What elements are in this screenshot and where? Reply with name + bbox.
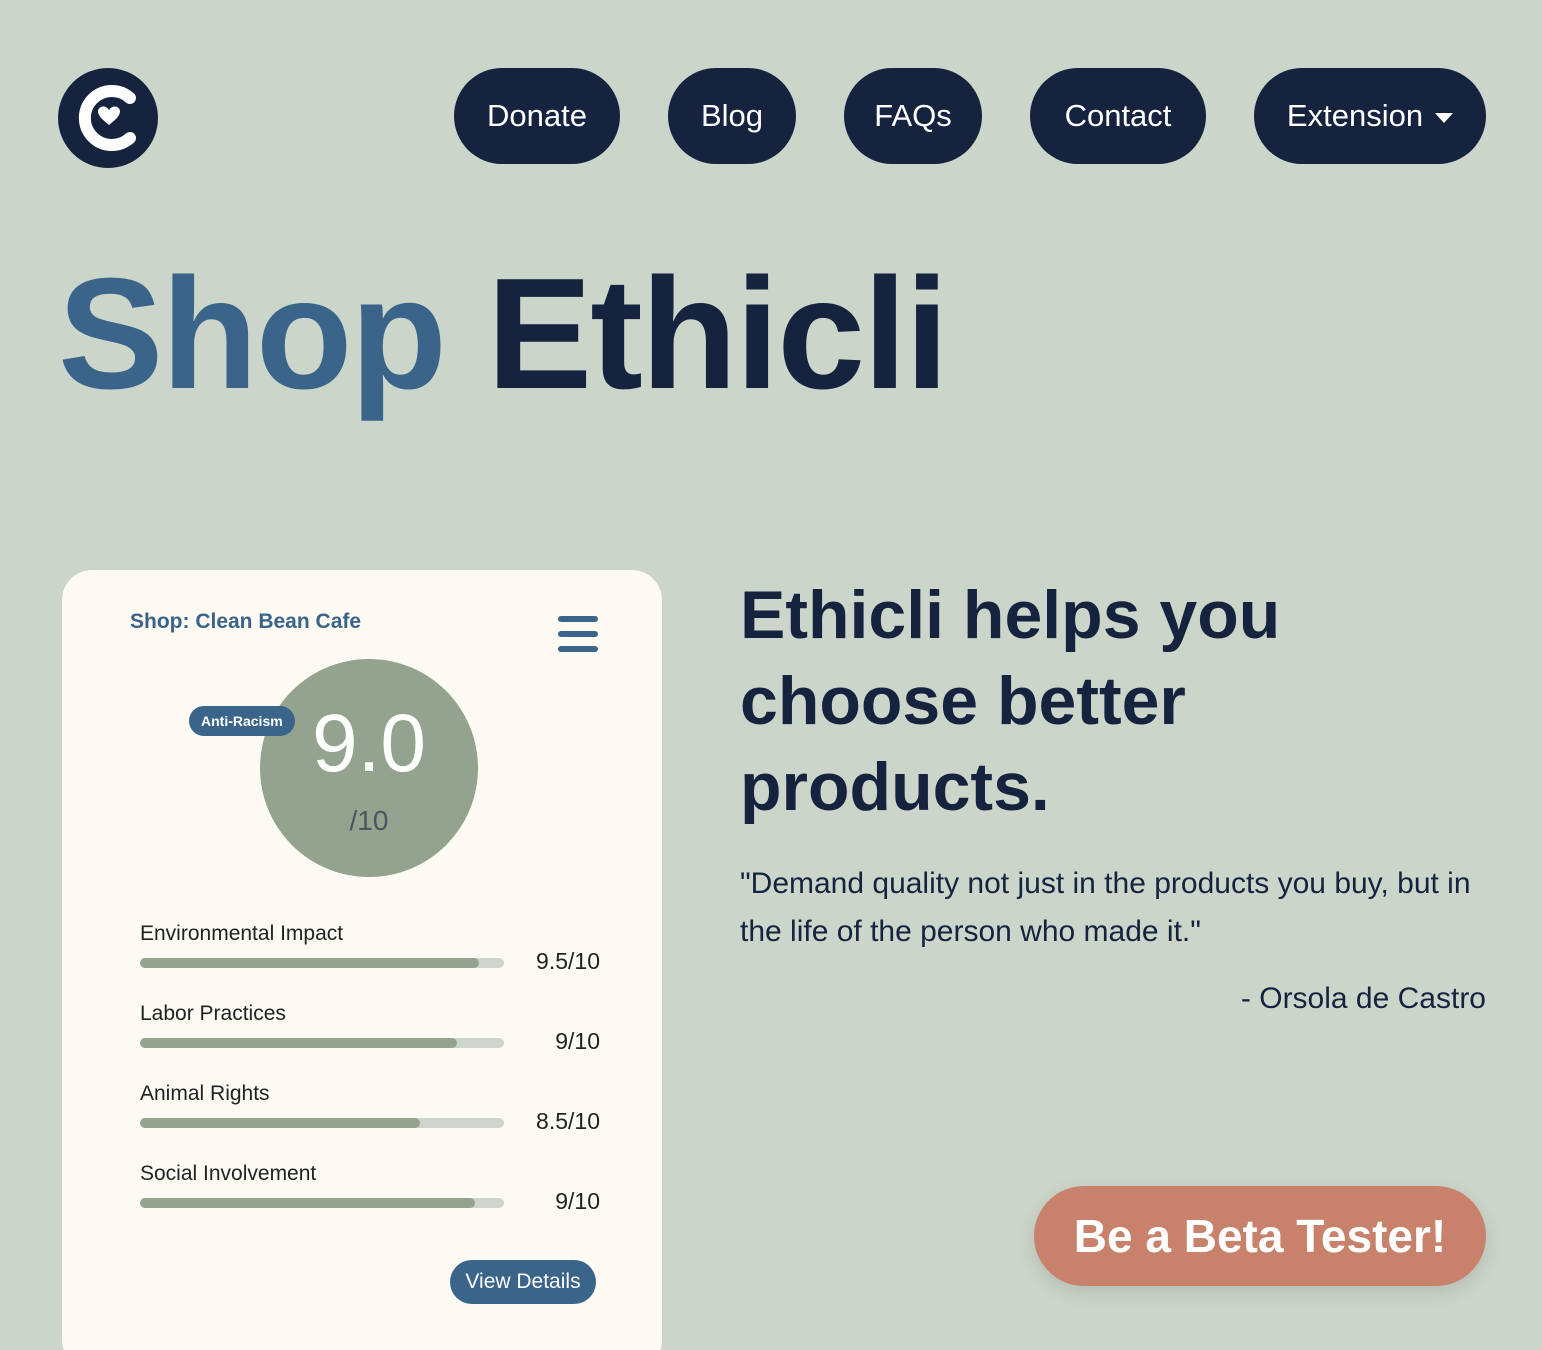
beta-tester-label: Be a Beta Tester! xyxy=(1073,1210,1447,1262)
view-details-label: View Details xyxy=(465,1270,581,1293)
overall-score-max: /10 xyxy=(349,805,389,836)
nav-blog-label: Blog xyxy=(700,98,764,133)
metric-environmental-impact: Environmental Impact 9.5/10 xyxy=(140,922,600,992)
nav-contact-label: Contact xyxy=(1064,98,1172,133)
hamburger-menu-icon[interactable] xyxy=(558,616,598,652)
ethicli-logo-icon xyxy=(78,85,136,151)
metric-progress-fill xyxy=(140,1118,421,1128)
metric-label: Environmental Impact xyxy=(140,922,344,945)
metric-value: 9/10 xyxy=(555,1188,600,1214)
hero-title: Shop Ethicli xyxy=(58,246,949,422)
metric-progress-bar xyxy=(140,1118,504,1128)
hero-title-brand: Ethicli xyxy=(486,246,949,422)
metric-label: Labor Practices xyxy=(140,1002,286,1025)
metric-value: 9/10 xyxy=(555,1028,600,1054)
metric-animal-rights: Animal Rights 8.5/10 xyxy=(140,1082,600,1152)
nav-donate-button[interactable]: Donate xyxy=(454,68,620,164)
metric-progress-bar xyxy=(140,1198,504,1208)
tagline: Ethicli helps you choose better products… xyxy=(740,577,1281,825)
page: Donate Blog FAQs Contact Extension Shop … xyxy=(0,0,1542,1350)
quote-author: - Orsola de Castro xyxy=(1240,982,1486,1015)
shop-name: Shop: Clean Bean Cafe xyxy=(130,610,362,633)
anti-racism-badge: Anti-Racism xyxy=(189,706,295,736)
view-details-button[interactable]: View Details xyxy=(450,1260,596,1304)
shop-score-card: Shop: Clean Bean Cafe 9.0 /10 Anti-Racis… xyxy=(62,570,662,1350)
nav-contact-button[interactable]: Contact xyxy=(1030,68,1206,164)
nav-donate-label: Donate xyxy=(487,98,587,133)
metric-labor-practices: Labor Practices 9/10 xyxy=(140,1002,600,1072)
nav-extension-dropdown[interactable]: Extension xyxy=(1254,68,1486,164)
ethicli-logo[interactable] xyxy=(58,68,158,168)
caret-down-icon xyxy=(1435,113,1454,123)
nav-extension-label: Extension xyxy=(1286,98,1424,133)
metric-value: 9.5/10 xyxy=(536,948,600,974)
metric-progress-fill xyxy=(140,1198,475,1208)
beta-tester-button[interactable]: Be a Beta Tester! xyxy=(1034,1186,1486,1286)
metric-label: Social Involvement xyxy=(140,1162,317,1185)
metric-progress-fill xyxy=(140,958,479,968)
nav-faqs-button[interactable]: FAQs xyxy=(844,68,982,164)
overall-score-circle: 9.0 /10 xyxy=(260,659,478,877)
nav-faqs-label: FAQs xyxy=(874,98,952,133)
metric-progress-fill xyxy=(140,1038,457,1048)
metric-value: 8.5/10 xyxy=(536,1108,600,1134)
hero-title-shop: Shop xyxy=(58,246,447,422)
metric-progress-bar xyxy=(140,958,504,968)
metric-label: Animal Rights xyxy=(140,1082,270,1105)
metric-progress-bar xyxy=(140,1038,504,1048)
quote-text: "Demand quality not just in the products… xyxy=(740,867,1471,948)
metric-social-involvement: Social Involvement 9/10 xyxy=(140,1162,600,1232)
nav-blog-button[interactable]: Blog xyxy=(668,68,796,164)
